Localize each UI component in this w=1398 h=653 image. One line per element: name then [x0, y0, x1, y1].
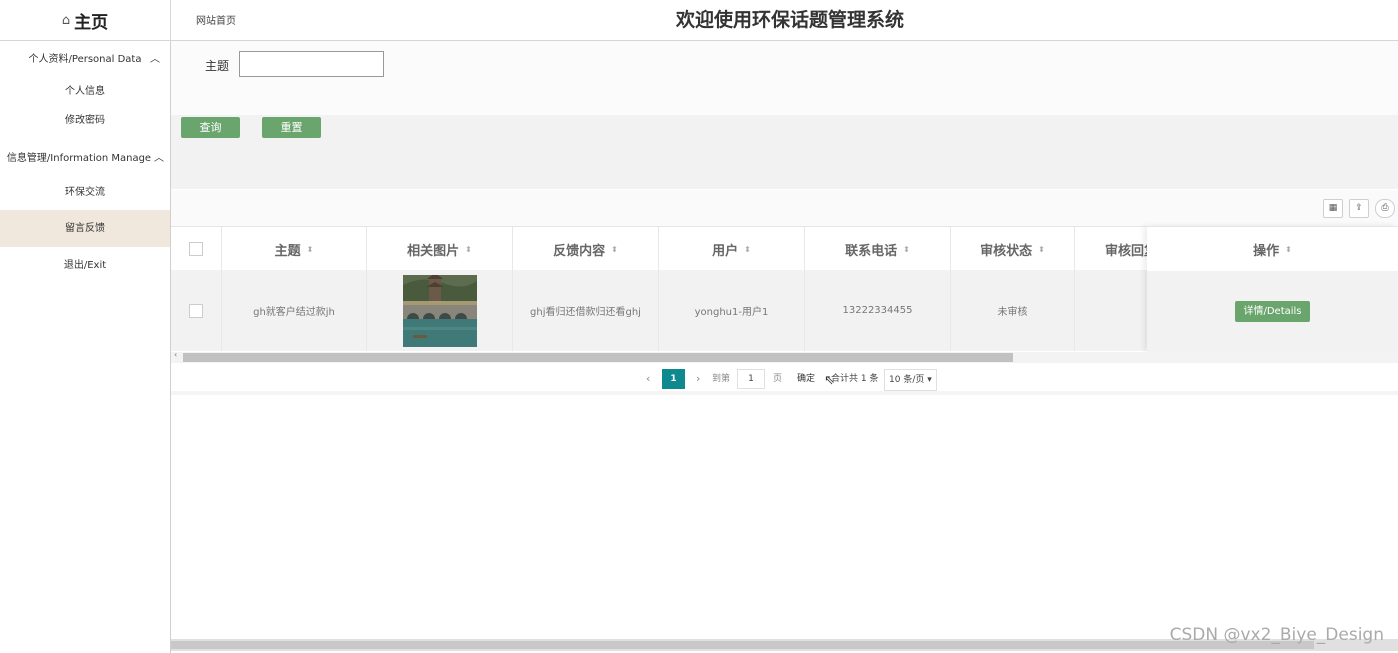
page-unit-label: 页 — [773, 374, 783, 384]
home-icon: ⌂ — [61, 12, 71, 28]
cell-user: yonghu1-用户1 — [659, 270, 805, 351]
cell-status: 未审核 — [951, 270, 1075, 351]
goto-page-input[interactable]: 1 — [737, 369, 765, 389]
actions-column: 操作 ⬍ 详情/Details — [1147, 226, 1398, 352]
print-icon[interactable]: ⎙ — [1375, 199, 1395, 218]
header-user[interactable]: 用户 ⬍ — [659, 227, 805, 271]
header-label: 操作 — [1253, 243, 1280, 259]
search-panel: 主题 — [171, 41, 1398, 115]
stone-bridge-photo[interactable] — [402, 274, 477, 347]
row-checkbox[interactable] — [189, 303, 203, 318]
next-page-icon[interactable]: › — [696, 369, 700, 389]
top-bar: ⌂ 主页 网站首页 欢迎使用环保话题管理系统 — [0, 0, 1398, 41]
cell-phone: 13222334455 — [805, 270, 951, 351]
divider — [171, 391, 1398, 395]
query-button[interactable]: 查询 — [181, 117, 240, 138]
sidebar-item-profile[interactable]: 个人信息 — [0, 77, 170, 106]
goto-confirm-button[interactable]: 确定 — [797, 369, 815, 389]
goto-label: 到第 — [712, 374, 731, 384]
header-label: 反馈内容 — [553, 243, 606, 259]
watermark: CSDN @vx2_Biye_Design — [1169, 625, 1384, 645]
scroll-left-icon[interactable]: ‹ — [174, 350, 177, 359]
page-size-value: 10 条/页 — [889, 375, 925, 385]
table-toolbar: ▦ ⇪ ⎙ — [171, 190, 1398, 226]
main-content: 主题 查询 重置 ▦ ⇪ ⎙ 主题 ⬍ 相关图片 ⬍ 反馈内容 ⬍ 用户 ⬍ 联系电话 ⬍… — [171, 41, 1398, 653]
select-all-cell — [171, 227, 222, 271]
page-1-button[interactable]: 1 — [662, 369, 685, 389]
cell-image — [367, 270, 513, 351]
cell-subject: gh就客户结过款jh — [222, 270, 367, 351]
page-title: 欢迎使用环保话题管理系统 — [675, 9, 904, 31]
prev-page-icon[interactable]: ‹ — [646, 369, 650, 389]
sort-icon[interactable]: ⬍ — [307, 245, 314, 254]
row-select-cell — [171, 270, 222, 351]
subject-label: 主题 — [205, 59, 230, 73]
group-label: 个人资料/Personal Data — [28, 54, 142, 65]
chevron-up-icon: ︿ — [150, 54, 160, 65]
header-content[interactable]: 反馈内容 ⬍ — [513, 227, 659, 271]
sort-icon[interactable]: ⬍ — [744, 245, 751, 254]
header-actions[interactable]: 操作 ⬍ — [1147, 226, 1398, 271]
button-bar: 查询 重置 — [171, 115, 1398, 189]
chevron-up-icon: ︿ — [154, 153, 164, 164]
columns-icon[interactable]: ▦ — [1323, 199, 1343, 218]
sort-icon[interactable]: ⬍ — [465, 245, 472, 254]
reset-button[interactable]: 重置 — [262, 117, 321, 138]
chevron-down-icon: ▾ — [927, 375, 932, 385]
scrollbar-thumb[interactable] — [183, 353, 1013, 362]
scrollbar-thumb[interactable] — [171, 641, 1314, 649]
sort-icon[interactable]: ⬍ — [903, 245, 910, 254]
header-label: 联系电话 — [845, 243, 898, 259]
table-horizontal-scrollbar[interactable]: ‹ — [171, 350, 1398, 363]
header-image[interactable]: 相关图片 ⬍ — [367, 227, 513, 271]
header-phone[interactable]: 联系电话 ⬍ — [805, 227, 951, 271]
sidebar-item-password[interactable]: 修改密码 — [0, 106, 170, 135]
sort-icon[interactable]: ⬍ — [1285, 245, 1292, 254]
select-all-checkbox[interactable] — [189, 242, 203, 256]
cell-content: ghj看归还借款归还看ghj — [513, 270, 659, 351]
sort-icon[interactable]: ⬍ — [611, 245, 618, 254]
breadcrumb[interactable]: 网站首页 — [196, 12, 236, 27]
sidebar-group-personal[interactable]: 个人资料/Personal Data ︿ — [0, 43, 170, 77]
brand-home[interactable]: ⌂ 主页 — [0, 0, 171, 40]
header-label: 审核状态 — [980, 243, 1033, 259]
subject-search-input[interactable] — [239, 51, 384, 77]
sidebar-group-info[interactable]: 信息管理/Information Manage ︿ — [0, 142, 170, 176]
details-button[interactable]: 详情/Details — [1235, 301, 1310, 322]
header-label: 用户 — [712, 243, 739, 259]
page-size-select[interactable]: 10 条/页 ▾ — [884, 369, 937, 391]
sidebar-item-feedback[interactable]: 留言反馈 — [0, 210, 170, 247]
export-icon[interactable]: ⇪ — [1349, 199, 1369, 218]
pagination: ‹ 1 › 到第 1 页 确定 ⇖ 合计共 1 条 10 条/页 ▾ — [176, 369, 1398, 391]
actions-cell: 详情/Details — [1147, 271, 1398, 352]
sidebar-item-exit[interactable]: 退出/Exit — [0, 247, 170, 285]
total-count: 合计共 1 条 — [831, 374, 879, 384]
group-label: 信息管理/Information Manage — [6, 153, 152, 164]
sidebar: 个人资料/Personal Data ︿ 个人信息 修改密码 信息管理/Info… — [0, 41, 171, 653]
header-label: 主题 — [274, 243, 301, 259]
brand-label: 主页 — [74, 12, 109, 33]
header-label: 相关图片 — [407, 243, 460, 259]
sidebar-item-exchange[interactable]: 环保交流 — [0, 176, 170, 210]
header-status[interactable]: 审核状态 ⬍ — [951, 227, 1075, 271]
header-subject[interactable]: 主题 ⬍ — [222, 227, 367, 271]
sort-icon[interactable]: ⬍ — [1038, 245, 1045, 254]
